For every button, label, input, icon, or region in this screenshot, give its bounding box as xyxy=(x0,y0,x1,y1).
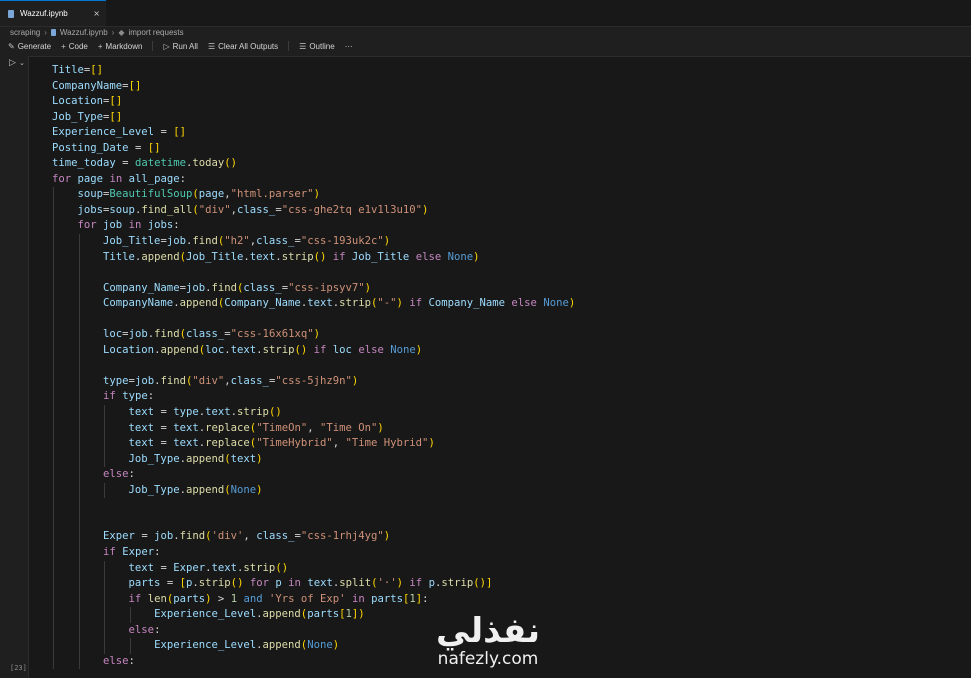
generate-button[interactable]: ✎ Generate xyxy=(8,42,51,51)
outline-label: Outline xyxy=(309,41,335,51)
markdown-label: Markdown xyxy=(105,41,143,51)
clear-all-label: Clear All Outputs xyxy=(218,41,279,51)
run-all-label: Run All xyxy=(172,41,198,51)
execution-count: [23] xyxy=(10,664,27,672)
breadcrumb-file[interactable]: Wazzuf.ipynb xyxy=(60,28,108,37)
watermark-arabic: نفذلي xyxy=(435,611,541,651)
run-cell-icon[interactable]: ▷ xyxy=(9,58,16,68)
toolbar-divider xyxy=(152,41,154,51)
notebook-file-icon xyxy=(50,28,56,36)
notebook-toolbar: ✎ Generate + Code + Markdown ▷ Run All ☰… xyxy=(0,39,971,53)
outline-button[interactable]: ☰ Outline xyxy=(299,42,335,51)
list-icon: ☰ xyxy=(299,41,307,51)
add-markdown-cell-button[interactable]: + Markdown xyxy=(98,42,143,51)
watermark-latin: nafezly.com xyxy=(437,649,539,669)
tab-notebook[interactable]: Wazzuf.ipynb × xyxy=(0,0,106,26)
code-cell[interactable]: Title=[] CompanyName=[] Location=[] Job_… xyxy=(28,56,971,678)
chevron-down-icon[interactable]: ⌄ xyxy=(19,59,25,67)
chevron-right-icon: › xyxy=(44,27,47,37)
watermark-logo: نفذلي nafezly.com xyxy=(428,614,548,668)
breadcrumb-symbol[interactable]: import requests xyxy=(128,28,183,37)
notebook-file-icon xyxy=(8,9,14,18)
clear-all-outputs-button[interactable]: ☰ Clear All Outputs xyxy=(208,42,278,51)
code-editor[interactable]: Title=[] CompanyName=[] Location=[] Job_… xyxy=(52,63,575,669)
run-all-button[interactable]: ▷ Run All xyxy=(163,42,198,51)
more-actions-button[interactable]: ··· xyxy=(345,42,353,51)
run-all-icon: ▷ xyxy=(163,41,170,51)
cell-symbol-icon: ◆ xyxy=(118,27,125,37)
ellipsis-icon: ··· xyxy=(344,41,353,51)
generate-label: Generate xyxy=(17,41,52,51)
close-icon[interactable]: × xyxy=(93,9,100,18)
breadcrumb: scraping › Wazzuf.ipynb › ◆ import reque… xyxy=(0,26,971,38)
code-label: Code xyxy=(68,41,88,51)
sparkle-icon: ✎ xyxy=(8,41,15,51)
tab-filename: Wazzuf.ipynb xyxy=(20,9,68,18)
clear-all-icon: ☰ xyxy=(207,41,216,51)
editor-tab-bar: Wazzuf.ipynb × xyxy=(0,0,971,27)
plus-icon: + xyxy=(97,41,103,51)
add-code-cell-button[interactable]: + Code xyxy=(61,42,88,51)
breadcrumb-folder[interactable]: scraping xyxy=(10,28,40,37)
plus-icon: + xyxy=(61,41,66,51)
toolbar-divider xyxy=(288,41,290,51)
chevron-right-icon: › xyxy=(111,27,115,37)
